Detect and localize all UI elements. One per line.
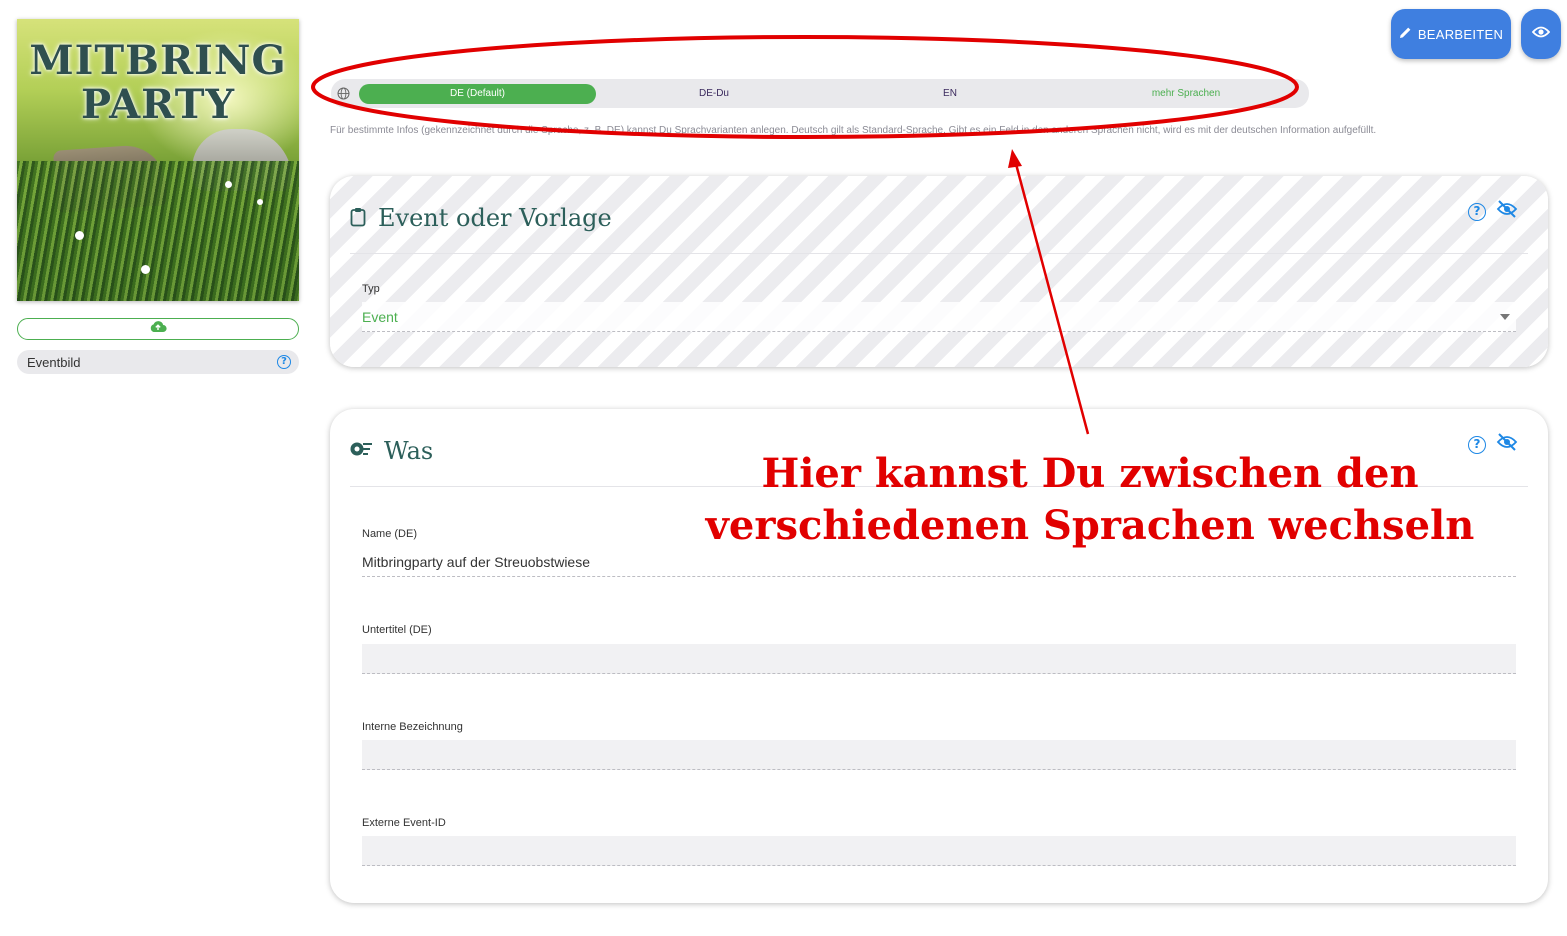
card-title: Was — [384, 437, 434, 465]
card-title: Event oder Vorlage — [378, 204, 612, 232]
type-label: Typ — [362, 283, 380, 295]
type-select-value: Event — [362, 309, 398, 325]
preview-button[interactable] — [1521, 9, 1561, 59]
help-icon[interactable]: ? — [1468, 435, 1486, 454]
eye-icon — [1531, 25, 1551, 43]
tab-more-languages[interactable]: mehr Sprachen — [1068, 84, 1304, 104]
type-select[interactable]: Event — [362, 302, 1516, 332]
eventbild-label: Eventbild — [27, 354, 81, 370]
eventbild-field[interactable]: Eventbild ? — [17, 350, 299, 374]
tab-language-de-default[interactable]: DE (Default) — [359, 83, 596, 104]
eye-slash-icon[interactable] — [1496, 200, 1518, 223]
card-was: Was ? Name (DE) Mitbringparty auf der St… — [330, 409, 1548, 903]
external-id-field[interactable] — [362, 836, 1516, 866]
pencil-icon — [1399, 26, 1412, 42]
image-grass — [17, 161, 299, 301]
edit-button-label: BEARBEITEN — [1417, 26, 1504, 42]
tab-language-de-du[interactable]: DE-Du — [596, 84, 832, 104]
tab-language-en[interactable]: EN — [832, 84, 1068, 104]
card-actions: ? — [1468, 200, 1518, 223]
image-flower — [75, 231, 84, 240]
annotation-arrow-head — [1008, 149, 1022, 168]
card-header: Event oder Vorlage ? — [350, 176, 1528, 254]
language-switcher: DE (Default) DE-Du EN mehr Sprachen — [331, 79, 1309, 108]
help-icon[interactable]: ? — [1468, 202, 1486, 221]
card-header: Was ? — [350, 409, 1528, 487]
card-event-or-template: Event oder Vorlage ? Typ Event — [330, 176, 1548, 367]
image-title-line1: MITBRING — [29, 37, 287, 84]
card-actions: ? — [1468, 433, 1518, 456]
globe-icon — [337, 87, 351, 101]
language-info-text: Für bestimmte Infos (gekennzeichnet durc… — [330, 125, 1377, 136]
image-flower — [141, 265, 150, 274]
image-title-line2: PARTY — [80, 81, 236, 128]
name-label: Name (DE) — [362, 528, 418, 540]
clipboard-icon — [350, 207, 366, 232]
image-flower — [257, 199, 263, 205]
internal-name-field[interactable] — [362, 740, 1516, 770]
chevron-down-icon — [1500, 314, 1510, 320]
external-id-label: Externe Event-ID — [362, 817, 446, 829]
eye-slash-icon[interactable] — [1496, 433, 1518, 456]
help-icon[interactable]: ? — [277, 355, 291, 369]
name-field[interactable]: Mitbringparty auf der Streuobstwiese — [362, 547, 1516, 577]
event-image: MITBRING PARTY — [17, 19, 299, 301]
image-flower — [225, 181, 232, 188]
edit-button[interactable]: BEARBEITEN — [1391, 9, 1511, 59]
subtitle-field[interactable] — [362, 644, 1516, 674]
cloud-upload-icon — [149, 320, 167, 338]
subtitle-label: Untertitel (DE) — [362, 624, 432, 636]
internal-name-label: Interne Bezeichnung — [362, 721, 463, 733]
was-icon — [350, 440, 374, 463]
image-upload-button[interactable] — [17, 318, 299, 340]
